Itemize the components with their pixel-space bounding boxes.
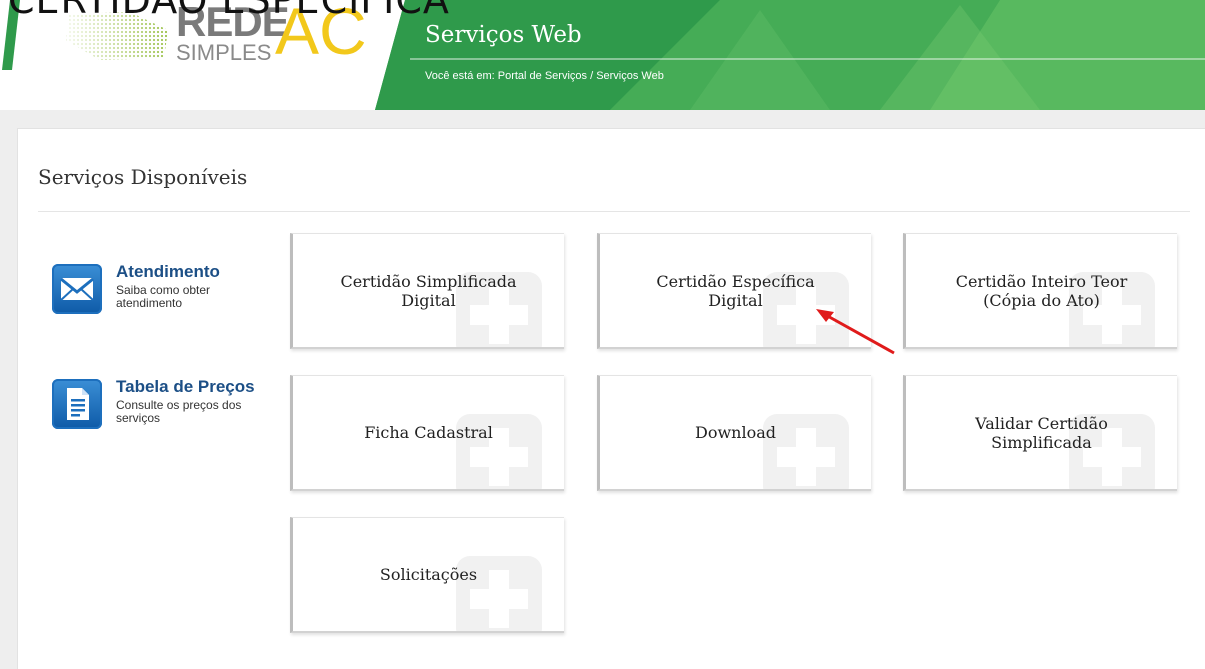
card-certidao-especifica-digital[interactable]: Certidão Específica Digital [597, 233, 871, 349]
envelope-icon [52, 264, 102, 314]
card-label: Certidão Simplificada Digital [340, 271, 517, 310]
section-divider [38, 211, 1190, 212]
card-label: Certidão Específica Digital [656, 271, 815, 310]
side-item-atendimento[interactable]: Atendimento Saiba como obter atendimento [52, 262, 282, 324]
side-item-subtitle: Consulte os preços dos serviços [116, 398, 242, 425]
page-title: Serviços Web [425, 22, 582, 48]
side-item-subtitle: Saiba como obter atendimento [116, 283, 211, 310]
card-solicitacoes[interactable]: Solicitações [290, 517, 564, 633]
card-label: Validar Certidão Simplificada [975, 413, 1108, 452]
card-download[interactable]: Download [597, 375, 871, 491]
card-label: Ficha Cadastral [364, 423, 493, 442]
card-label: Certidão Inteiro Teor (Cópia do Ato) [955, 271, 1128, 310]
breadcrumb: Você está em: Portal de Serviços / Servi… [425, 70, 664, 82]
side-item-tabela-de-precos[interactable]: Tabela de Preços Consulte os preços dos … [52, 377, 282, 439]
card-label: Solicitações [379, 565, 478, 584]
section-title: Serviços Disponíveis [38, 165, 248, 189]
card-label: Download [695, 423, 776, 442]
overlay-caption: CERTIDÃO ESPECÍFICA [8, 0, 450, 22]
side-item-title: Atendimento [116, 262, 220, 281]
logo-simples-text: SIMPLES [176, 40, 272, 65]
card-validar-certidao-simplificada[interactable]: Validar Certidão Simplificada [903, 375, 1177, 491]
card-certidao-inteiro-teor[interactable]: Certidão Inteiro Teor (Cópia do Ato) [903, 233, 1177, 349]
header: REDE SIMPLES AC Serviços Web Você está e… [0, 0, 1205, 110]
card-ficha-cadastral[interactable]: Ficha Cadastral [290, 375, 564, 491]
side-item-title: Tabela de Preços [116, 377, 255, 396]
document-icon [52, 379, 102, 429]
card-certidao-simplificada-digital[interactable]: Certidão Simplificada Digital [290, 233, 564, 349]
